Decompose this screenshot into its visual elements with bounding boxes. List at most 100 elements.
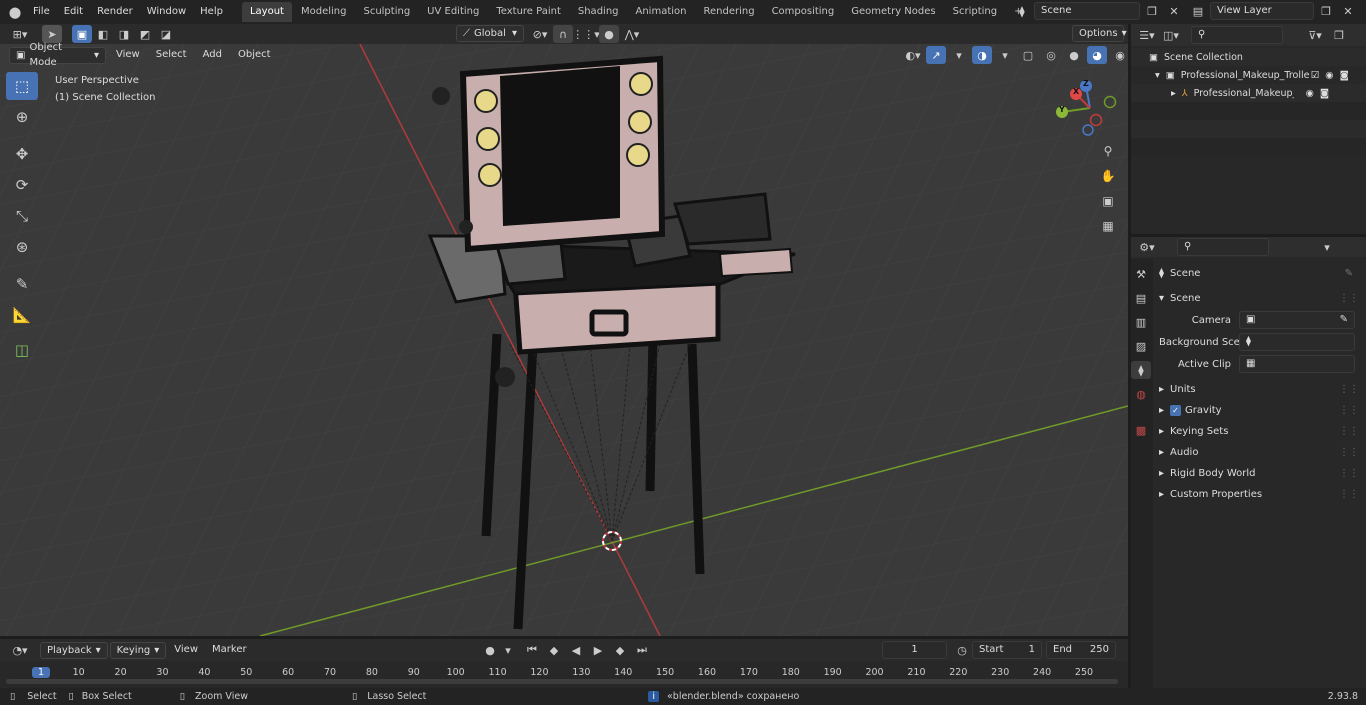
new-scene-icon[interactable]: ❐	[1142, 2, 1162, 20]
transform-orientation-dropdown[interactable]: ⟋ Global ▾	[456, 25, 524, 42]
tab-modeling[interactable]: Modeling	[293, 2, 355, 22]
delete-scene-icon[interactable]: ✕	[1164, 2, 1184, 20]
tab-rendering[interactable]: Rendering	[695, 2, 762, 22]
timeline-editor-icon[interactable]: ◔▾	[6, 641, 34, 659]
falloff-icon[interactable]: ⋀▾	[622, 25, 642, 43]
select-extend-icon[interactable]: ◧	[93, 25, 113, 43]
view-menu[interactable]: View	[110, 46, 146, 64]
pivot-point-icon[interactable]: ⊘▾	[530, 25, 550, 43]
jump-end-icon[interactable]: ⏭	[632, 641, 652, 659]
perspective-toggle-icon[interactable]: ▦	[1097, 215, 1119, 237]
outliner-search-input[interactable]: ⚲	[1191, 26, 1283, 44]
panel-keying-sets[interactable]: ▸ Keying Sets ⋮⋮	[1159, 421, 1359, 442]
hand-pan-icon[interactable]: ✋	[1097, 165, 1119, 187]
eye-icon[interactable]: ◉	[1325, 70, 1333, 81]
shading-wireframe-icon[interactable]: ◎	[1041, 46, 1061, 64]
timeline-view-menu[interactable]: View	[168, 641, 204, 659]
camera-field[interactable]: ▣ ✎	[1239, 311, 1355, 329]
scale-tool-icon[interactable]: ⤡	[6, 202, 38, 230]
overlay-toggle-icon[interactable]: ◑	[972, 46, 992, 64]
scene-field[interactable]: Scene	[1034, 2, 1140, 20]
menu-help[interactable]: Help	[193, 2, 230, 22]
expand-right-icon[interactable]: ▸	[1171, 88, 1176, 99]
eyedropper-icon[interactable]: ✎	[1340, 312, 1348, 328]
jump-start-icon[interactable]: ⏮	[522, 641, 542, 659]
select-box-tool-icon[interactable]: ⬚	[6, 72, 38, 100]
start-frame-field[interactable]: Start 1	[972, 641, 1042, 659]
tab-shading[interactable]: Shading	[570, 2, 627, 22]
transform-tool-icon[interactable]: ⊛	[6, 233, 38, 261]
delete-view-layer-icon[interactable]: ✕	[1338, 2, 1358, 20]
add-menu[interactable]: Add	[197, 46, 228, 64]
prev-keyframe-icon[interactable]: ◆	[544, 641, 564, 659]
gravity-checkbox-icon[interactable]: ✓	[1170, 405, 1182, 416]
panel-rigid-body-world[interactable]: ▸ Rigid Body World ⋮⋮	[1159, 463, 1359, 484]
blender-logo-icon[interactable]: ⬤	[4, 3, 26, 21]
active-clip-field[interactable]: ▦	[1239, 355, 1355, 373]
tab-uv-editing[interactable]: UV Editing	[419, 2, 487, 22]
expand-down-icon[interactable]: ▾	[1155, 70, 1160, 81]
select-invert-icon[interactable]: ◩	[135, 25, 155, 43]
select-menu[interactable]: Select	[150, 46, 193, 64]
annotate-tool-icon[interactable]: ✎	[6, 270, 38, 298]
proportional-edit-icon[interactable]: ●	[599, 25, 619, 43]
tree-row-trolley-collection[interactable]: ▾ ▣ Professional_Makeup_Trolley_ ☑ ◉ ◙	[1131, 66, 1366, 84]
add-cube-tool-icon[interactable]: ◫	[6, 336, 38, 364]
view-layer-field[interactable]: View Layer	[1210, 2, 1314, 20]
output-tab-icon[interactable]: ▥	[1131, 313, 1151, 331]
outliner-editor-icon[interactable]: ☰▾	[1137, 26, 1157, 44]
tab-texture-paint[interactable]: Texture Paint	[488, 2, 569, 22]
move-tool-icon[interactable]: ✥	[6, 140, 38, 168]
pin-icon[interactable]: ✎	[1345, 268, 1353, 279]
tab-layout[interactable]: Layout	[241, 2, 292, 22]
shading-solid-icon[interactable]: ●	[1064, 46, 1084, 64]
eye-icon[interactable]: ◉	[1306, 88, 1314, 99]
panel-units[interactable]: ▸ Units ⋮⋮	[1159, 379, 1359, 400]
camera-render-icon[interactable]: ◙	[1340, 70, 1349, 81]
xray-icon[interactable]: ▢	[1018, 46, 1038, 64]
navigation-gizmo[interactable]: Z Y X	[1054, 78, 1124, 142]
shading-rendered-icon[interactable]: ◉	[1110, 46, 1130, 64]
panel-gravity[interactable]: ▸ ✓ Gravity ⋮⋮	[1159, 400, 1359, 421]
tree-row-trolley-object[interactable]: ▸ ⅄ Professional_Makeup_Tro ◉ ◙	[1131, 84, 1366, 102]
properties-editor-icon[interactable]: ⚙▾	[1137, 238, 1157, 256]
stopwatch-icon[interactable]: ◷	[952, 641, 972, 659]
select-intersect-icon[interactable]: ◪	[156, 25, 176, 43]
next-keyframe-icon[interactable]: ◆	[610, 641, 630, 659]
timeline-scrollbar[interactable]	[6, 679, 1118, 684]
view-layer-tab-icon[interactable]: ▨	[1131, 337, 1151, 355]
play-reverse-icon[interactable]: ◀	[566, 641, 586, 659]
playback-dropdown[interactable]: Playback ▾	[40, 641, 108, 659]
tool-tab-icon[interactable]: ⚒	[1131, 265, 1151, 283]
new-collection-icon[interactable]: ❐	[1329, 26, 1349, 44]
tab-geometry-nodes[interactable]: Geometry Nodes	[843, 2, 943, 22]
select-subtract-icon[interactable]: ◨	[114, 25, 134, 43]
3d-viewport[interactable]: User Perspective (1) Scene Collection Z …	[0, 44, 1128, 636]
background-scene-field[interactable]: ⧫	[1239, 333, 1355, 351]
filter-icon[interactable]: ⊽▾	[1305, 26, 1325, 44]
camera-view-icon[interactable]: ▣	[1097, 190, 1119, 212]
options-dropdown[interactable]: Options ▾	[1072, 25, 1127, 42]
overlay-dropdown-icon[interactable]: ▾	[995, 46, 1015, 64]
view-layer-icon[interactable]: ▤	[1188, 2, 1208, 20]
end-frame-field[interactable]: End 250	[1046, 641, 1116, 659]
rotate-tool-icon[interactable]: ⟳	[6, 171, 38, 199]
current-frame-marker[interactable]: 1	[32, 667, 50, 678]
menu-edit[interactable]: Edit	[57, 2, 90, 22]
timeline-marker-menu[interactable]: Marker	[206, 641, 253, 659]
new-view-layer-icon[interactable]: ❐	[1316, 2, 1336, 20]
snap-icon[interactable]: ∩	[553, 25, 573, 43]
play-icon[interactable]: ▶	[588, 641, 608, 659]
camera-render-icon[interactable]: ◙	[1320, 88, 1329, 99]
tab-compositing[interactable]: Compositing	[764, 2, 843, 22]
gizmo-toggle-icon[interactable]: ↗	[926, 46, 946, 64]
tab-animation[interactable]: Animation	[628, 2, 695, 22]
properties-dropdown-icon[interactable]: ▾	[1317, 238, 1337, 256]
tree-row-scene-collection[interactable]: ▣ Scene Collection	[1131, 48, 1366, 66]
tab-sculpting[interactable]: Sculpting	[355, 2, 418, 22]
shading-material-icon[interactable]: ◕	[1087, 46, 1107, 64]
object-menu[interactable]: Object	[232, 46, 277, 64]
measure-tool-icon[interactable]: 📐	[6, 301, 38, 329]
record-icon[interactable]: ●	[480, 641, 500, 659]
cursor-tool-icon[interactable]: ⊕	[6, 103, 38, 131]
